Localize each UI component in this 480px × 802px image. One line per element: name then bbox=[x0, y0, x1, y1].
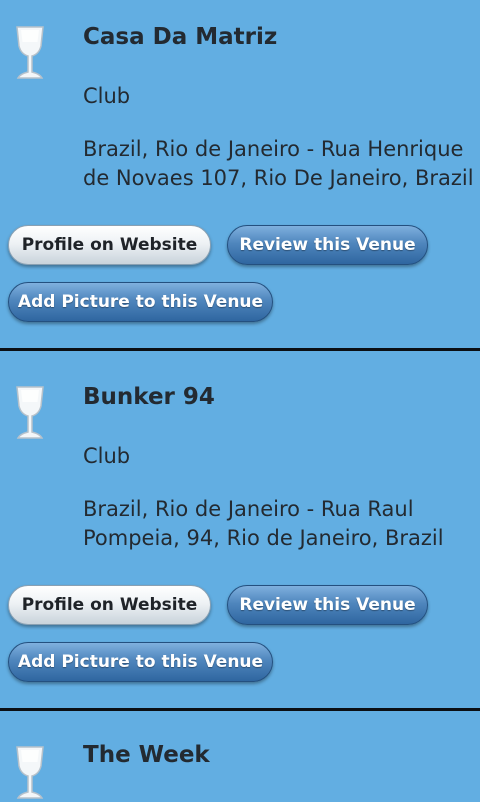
cocktail-glass-icon bbox=[16, 386, 44, 439]
review-venue-button[interactable]: Review this Venue bbox=[227, 585, 428, 625]
venue-item[interactable]: Casa Da Matriz Club Brazil, Rio de Janei… bbox=[0, 0, 480, 348]
venue-address: Brazil, Rio de Janeiro - Rua Henrique de… bbox=[83, 137, 474, 190]
venue-type: Club bbox=[83, 444, 131, 468]
add-picture-button[interactable]: Add Picture to this Venue bbox=[8, 642, 273, 682]
venue-type: Club bbox=[83, 84, 131, 108]
venue-name[interactable]: Bunker 94 bbox=[83, 384, 215, 410]
venue-address: Brazil, Rio de Janeiro - Rua Raul Pompei… bbox=[83, 497, 444, 550]
cocktail-glass-icon bbox=[16, 746, 44, 799]
review-venue-button[interactable]: Review this Venue bbox=[227, 225, 428, 265]
venue-name[interactable]: Casa Da Matriz bbox=[83, 24, 277, 50]
venue-name[interactable]: The Week bbox=[83, 742, 210, 768]
add-picture-button[interactable]: Add Picture to this Venue bbox=[8, 282, 273, 322]
cocktail-glass-icon bbox=[16, 26, 44, 79]
venue-item[interactable]: The Week bbox=[0, 711, 480, 799]
profile-on-website-button[interactable]: Profile on Website bbox=[8, 225, 211, 265]
venue-item[interactable]: Bunker 94 Club Brazil, Rio de Janeiro - … bbox=[0, 351, 480, 708]
profile-on-website-button[interactable]: Profile on Website bbox=[8, 585, 211, 625]
